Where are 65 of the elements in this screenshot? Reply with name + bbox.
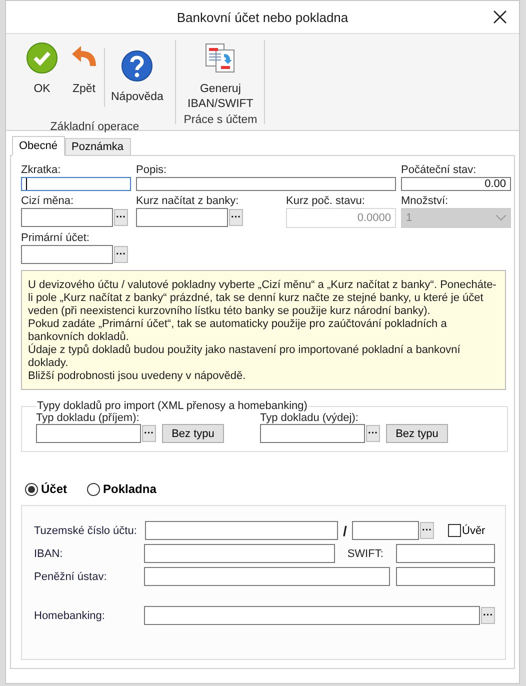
radio-option[interactable]: Pokladna bbox=[87, 482, 156, 496]
radio-option[interactable]: Účet bbox=[25, 482, 68, 496]
input-field[interactable] bbox=[144, 567, 390, 586]
group-title: Typy dokladů pro import (XML přenosy a homebanking) bbox=[36, 400, 308, 412]
field-label: Tuzemské číslo účtu: bbox=[34, 524, 138, 536]
field-label: Typ dokladu (výdej): bbox=[260, 412, 360, 424]
field-label: Počáteční stav: bbox=[401, 164, 478, 176]
chevron-down-icon bbox=[496, 215, 506, 221]
input-field[interactable] bbox=[144, 544, 335, 563]
info-text: U devizového účtu / valutové pokladny vyberte „Cizí měnu“ a „Kurz načítat z banky“. Ponecháte-li pole „Kurz načítat z banky“ prázdné, tak se denní kurz načte ze stejné banky, u které je účet veden (při neexistenci kurzovního lístku této banky se použije kurz národní banky). bbox=[28, 279, 498, 318]
no-type-button[interactable]: Bez typu bbox=[162, 424, 224, 443]
field-label: Cizí měna: bbox=[21, 195, 75, 207]
input-field[interactable] bbox=[145, 521, 338, 540]
radio-icon[interactable] bbox=[25, 482, 38, 496]
field-label: Homebanking: bbox=[34, 610, 106, 622]
input-field[interactable] bbox=[144, 606, 480, 625]
toolbar-button[interactable]: Zpět bbox=[64, 40, 104, 121]
info-text: Bližší podrobnosti jsou uvedeny v nápovědě. bbox=[28, 370, 247, 383]
field-label: Popis: bbox=[136, 164, 168, 176]
browse-button[interactable]: ··· bbox=[114, 246, 128, 263]
toolbar-button[interactable]: OK bbox=[20, 40, 64, 121]
no-type-button[interactable]: Bez typu bbox=[386, 424, 448, 443]
input-field[interactable] bbox=[136, 177, 396, 191]
tab[interactable]: Poznámka bbox=[64, 138, 131, 156]
input-field[interactable] bbox=[352, 521, 419, 540]
checkbox-icon[interactable] bbox=[448, 524, 461, 537]
slash-separator: / bbox=[342, 522, 348, 538]
browse-button[interactable]: ··· bbox=[481, 607, 495, 624]
input-field[interactable] bbox=[260, 424, 365, 443]
browse-button[interactable]: ··· bbox=[366, 425, 380, 442]
field-label: Zkratka: bbox=[21, 164, 62, 176]
browse-button[interactable]: ··· bbox=[420, 522, 434, 539]
input-field[interactable] bbox=[396, 544, 495, 563]
checkmark-icon bbox=[26, 42, 58, 74]
close-icon[interactable] bbox=[493, 10, 507, 24]
help-icon bbox=[121, 50, 154, 82]
input-field[interactable] bbox=[21, 208, 113, 227]
field-label: Kurz poč. stavu: bbox=[286, 195, 366, 207]
toolbar-button[interactable]: Generuj IBAN/SWIFT bbox=[182, 40, 258, 114]
input-field[interactable] bbox=[136, 208, 228, 227]
browse-button[interactable]: ··· bbox=[142, 425, 156, 442]
tab[interactable]: Obecné bbox=[12, 136, 65, 156]
input-field[interactable] bbox=[36, 424, 141, 443]
checkbox[interactable]: Úvěr bbox=[448, 524, 486, 537]
field-label: Kurz načítat z banky: bbox=[136, 195, 240, 207]
field-label: SWIFT: bbox=[346, 548, 384, 560]
radio-icon[interactable] bbox=[87, 482, 100, 496]
toolbar-button[interactable]: Nápověda bbox=[105, 48, 170, 107]
field-label: IBAN: bbox=[34, 548, 64, 560]
input-field[interactable] bbox=[21, 245, 113, 264]
browse-button[interactable]: ··· bbox=[229, 209, 243, 226]
input-field[interactable] bbox=[21, 177, 131, 191]
input-field[interactable] bbox=[396, 567, 495, 586]
field-label: Množství: bbox=[401, 195, 450, 207]
info-text: Pokud zadáte „Primární účet“, tak se automaticky použije pro zaúčtování pokladních a bankovních dokladů. bbox=[28, 318, 448, 344]
info-text: Údaje z typů dokladů budou použity jako nastavení pro importované pokladní a bankovní doklady. bbox=[28, 344, 462, 370]
browse-button[interactable]: ··· bbox=[114, 209, 128, 226]
documents-icon bbox=[204, 42, 236, 74]
group-label: Základní operace bbox=[50, 121, 140, 135]
field-label: Peněžní ústav: bbox=[34, 570, 108, 582]
input-field[interactable]: 0.00 bbox=[401, 177, 511, 191]
field-label: Typ dokladu (příjem): bbox=[36, 412, 140, 424]
group-label: Práce s účtem bbox=[184, 114, 258, 128]
window-title: Bankovní účet nebo pokladna bbox=[176, 10, 348, 24]
field-label: Primární účet: bbox=[21, 232, 90, 244]
